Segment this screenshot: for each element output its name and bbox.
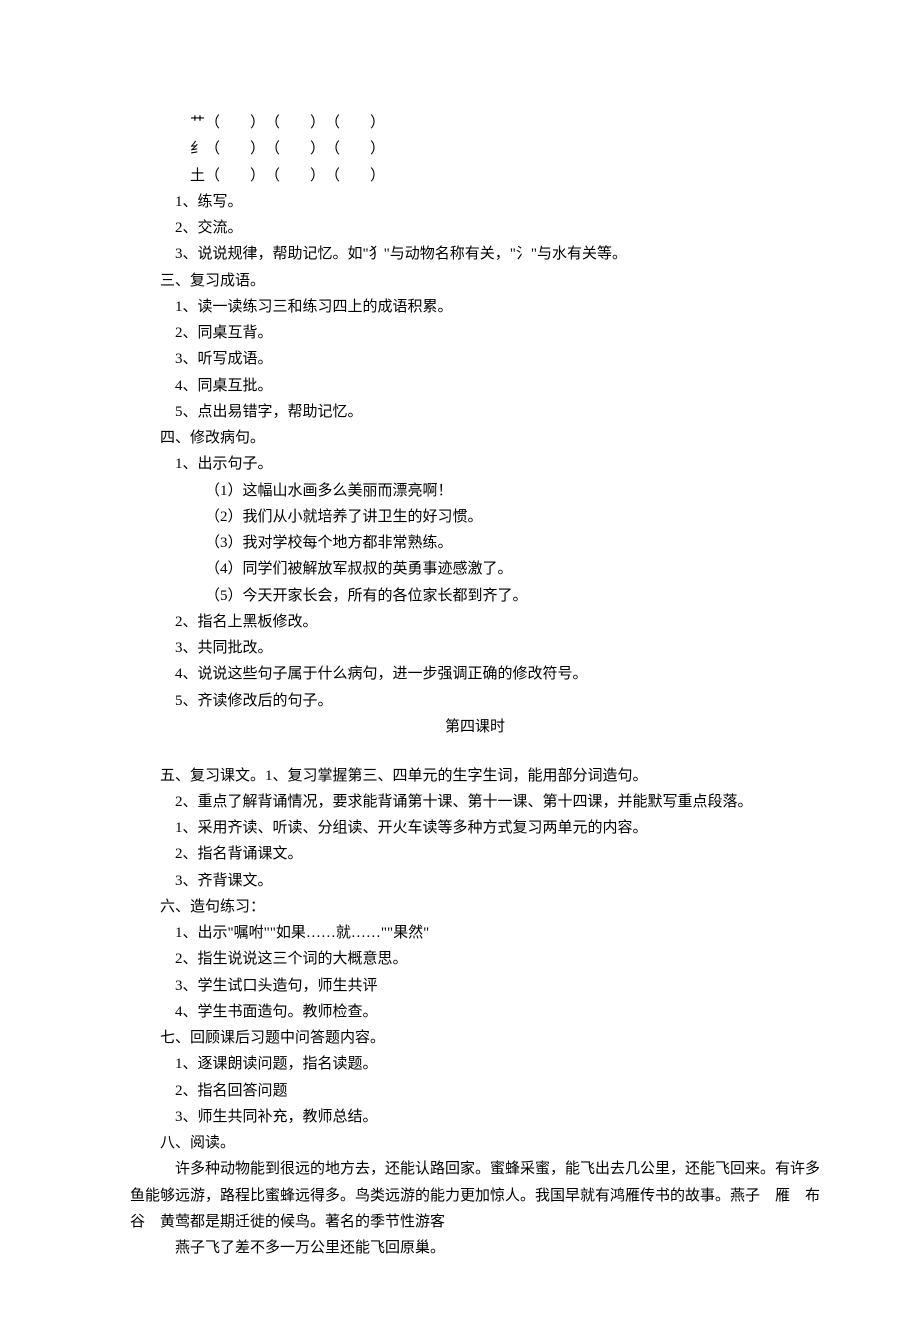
sec2-item-1: 1、练写。 bbox=[175, 189, 820, 215]
sec5-item-3b: 3、齐背课文。 bbox=[175, 868, 820, 894]
sec7-item-2: 2、指名回答问题 bbox=[175, 1078, 820, 1104]
document-page: 艹（ ） （ ） （ ） 纟（ ） （ ） （ ） 土（ ） （ ） （ ） 1… bbox=[0, 0, 920, 1321]
sec5-item-1b: 1、采用齐读、听读、分组读、开火车读等多种方式复习两单元的内容。 bbox=[175, 815, 820, 841]
sec5-item-2: 2、重点了解背诵情况，要求能背诵第十课、第十一课、第十四课，并能默写重点段落。 bbox=[175, 789, 820, 815]
sec4-item-3: 3、共同批改。 bbox=[175, 635, 820, 661]
sec4-item-2: 2、指名上黑板修改。 bbox=[175, 609, 820, 635]
sec7-item-1: 1、逐课朗读问题，指名读题。 bbox=[175, 1051, 820, 1077]
sec4-sent-1: （1）这幅山水画多么美丽而漂亮啊！ bbox=[205, 478, 820, 504]
sec6-title: 六、造句练习： bbox=[160, 894, 820, 920]
sec4-item-4: 4、说说这些句子属于什么病句，进一步强调正确的修改符号。 bbox=[175, 661, 820, 687]
radical-row-1: 艹（ ） （ ） （ ） bbox=[190, 110, 820, 136]
sec3-item-2: 2、同桌互背。 bbox=[175, 320, 820, 346]
radical-row-3: 土（ ） （ ） （ ） bbox=[190, 163, 820, 189]
sec5-title: 五、复习课文。1、复习掌握第三、四单元的生字生词，能用部分词造句。 bbox=[160, 763, 820, 789]
radical-row-2: 纟（ ） （ ） （ ） bbox=[190, 136, 820, 162]
sec4-sent-4: （4）同学们被解放军叔叔的英勇事迹感激了。 bbox=[205, 556, 820, 582]
sec8-paragraph-2: 燕子飞了差不多一万公里还能飞回原巢。 bbox=[175, 1235, 820, 1261]
sec2-item-3: 3、说说规律，帮助记忆。如"犭"与动物名称有关，"氵"与水有关等。 bbox=[175, 241, 820, 267]
sec4-sent-3: （3）我对学校每个地方都非常熟练。 bbox=[205, 530, 820, 556]
sec3-item-5: 5、点出易错字，帮助记忆。 bbox=[175, 399, 820, 425]
sec8-title: 八、阅读。 bbox=[160, 1130, 820, 1156]
sec4-item-1: 1、出示句子。 bbox=[175, 451, 820, 477]
sec3-title: 三、复习成语。 bbox=[160, 268, 820, 294]
sec3-item-4: 4、同桌互批。 bbox=[175, 373, 820, 399]
sec6-item-1: 1、出示"嘱咐""如果……就……""果然" bbox=[175, 920, 820, 946]
sec8-paragraph-1: 许多种动物能到很远的地方去，还能认路回家。蜜蜂采蜜，能飞出去几公里，还能飞回来。… bbox=[130, 1156, 820, 1235]
sec3-item-1: 1、读一读练习三和练习四上的成语积累。 bbox=[175, 294, 820, 320]
sec6-item-2: 2、指生说说这三个词的大概意思。 bbox=[175, 946, 820, 972]
sec6-item-3: 3、学生试口头造句，师生共评 bbox=[175, 973, 820, 999]
sec4-sent-2: （2）我们从小就培养了讲卫生的好习惯。 bbox=[205, 504, 820, 530]
sec7-title: 七、回顾课后习题中问答题内容。 bbox=[160, 1025, 820, 1051]
blank-spacer bbox=[130, 740, 820, 763]
lesson-4-heading: 第四课时 bbox=[130, 714, 820, 740]
sec4-item-5: 5、齐读修改后的句子。 bbox=[175, 688, 820, 714]
sec7-item-3: 3、师生共同补充，教师总结。 bbox=[175, 1104, 820, 1130]
sec3-item-3: 3、听写成语。 bbox=[175, 346, 820, 372]
sec4-title: 四、修改病句。 bbox=[160, 425, 820, 451]
sec2-item-2: 2、交流。 bbox=[175, 215, 820, 241]
sec6-item-4: 4、学生书面造句。教师检查。 bbox=[175, 999, 820, 1025]
sec5-item-2b: 2、指名背诵课文。 bbox=[175, 841, 820, 867]
sec4-sent-5: （5）今天开家长会，所有的各位家长都到齐了。 bbox=[205, 583, 820, 609]
